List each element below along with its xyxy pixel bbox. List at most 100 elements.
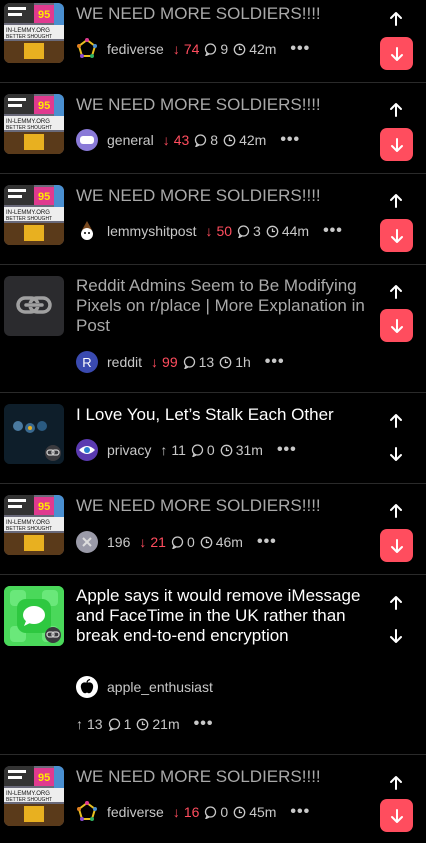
post-time: 45m xyxy=(249,804,277,820)
comment-count: 8 xyxy=(210,132,219,148)
upvote-button[interactable] xyxy=(384,189,408,213)
post-title[interactable]: Reddit Admins Seem to Be Modifying Pixel… xyxy=(76,276,370,336)
downvote-button[interactable] xyxy=(384,624,408,648)
comment-icon xyxy=(237,224,250,238)
community-name[interactable]: reddit xyxy=(107,354,142,370)
community-name[interactable]: general xyxy=(107,132,154,148)
clock-icon xyxy=(233,806,246,819)
comment-count: 9 xyxy=(220,41,229,57)
lemmyshitpost-icon[interactable] xyxy=(76,220,98,242)
downvote-button[interactable] xyxy=(380,219,413,252)
post-title[interactable]: WE NEED MORE SOLDIERS!!!! xyxy=(76,4,370,24)
post-thumbnail[interactable] xyxy=(4,404,64,464)
reddit-icon[interactable]: R xyxy=(76,351,98,373)
post-item[interactable]: 95 IN-LEMMY.ORG BETTER SHOUGHT WE NEED M… xyxy=(0,174,426,265)
clock-icon xyxy=(233,43,246,56)
post-thumbnail[interactable]: 95 IN-LEMMY.ORG BETTER SHOUGHT xyxy=(4,495,64,555)
community-name[interactable]: privacy xyxy=(107,442,151,458)
more-options-icon[interactable]: ••• xyxy=(280,131,300,149)
comment-count: 0 xyxy=(220,804,229,820)
clock-icon xyxy=(200,536,213,549)
clock-icon xyxy=(223,134,236,147)
post-meta: lemmyshitpost ↓ 50 3 44m ••• xyxy=(76,220,343,242)
post-title[interactable]: WE NEED MORE SOLDIERS!!!! xyxy=(76,95,370,115)
post-thumbnail[interactable]: 95 IN-LEMMY.ORG BETTER SHOUGHT xyxy=(4,94,64,154)
clock-icon xyxy=(136,718,149,731)
more-options-icon[interactable]: ••• xyxy=(290,803,310,821)
post-thumbnail[interactable] xyxy=(4,586,64,646)
svg-text:95: 95 xyxy=(38,100,50,112)
post-thumbnail[interactable]: 95 IN-LEMMY.ORG BETTER SHOUGHT xyxy=(4,3,64,63)
upvote-button[interactable] xyxy=(384,98,408,122)
upvote-button[interactable] xyxy=(384,7,408,31)
svg-text:BETTER SHOUGHT: BETTER SHOUGHT xyxy=(6,216,52,222)
post-item[interactable]: 95 IN-LEMMY.ORG BETTER SHOUGHT WE NEED M… xyxy=(0,0,426,83)
apple-icon[interactable] xyxy=(76,676,98,698)
post-title[interactable]: I Love You, Let’s Stalk Each Other xyxy=(76,405,370,425)
post-score: 11 xyxy=(171,442,186,458)
fediverse-icon[interactable] xyxy=(76,38,98,60)
link-icon xyxy=(16,296,52,314)
post-item[interactable]: I Love You, Let’s Stalk Each Other priva… xyxy=(0,393,426,484)
community-name[interactable]: lemmyshitpost xyxy=(107,223,196,239)
svg-text:95: 95 xyxy=(38,9,50,21)
post-item[interactable]: 95 IN-LEMMY.ORG BETTER SHOUGHT WE NEED M… xyxy=(0,755,426,843)
upvote-button[interactable] xyxy=(384,409,408,433)
196-icon[interactable] xyxy=(76,531,98,553)
more-options-icon[interactable]: ••• xyxy=(290,40,310,58)
post-meta: privacy ↑ 11 0 31m ••• xyxy=(76,439,297,461)
upvote-button[interactable] xyxy=(384,771,408,795)
community-name[interactable]: fediverse xyxy=(107,41,164,57)
eye-icon[interactable] xyxy=(76,439,98,461)
more-options-icon[interactable]: ••• xyxy=(265,353,285,371)
downvote-button[interactable] xyxy=(380,128,413,161)
upvote-button[interactable] xyxy=(384,499,408,523)
post-item[interactable]: Apple says it would remove iMessage and … xyxy=(0,575,426,755)
more-options-icon[interactable]: ••• xyxy=(323,222,343,240)
post-title[interactable]: WE NEED MORE SOLDIERS!!!! xyxy=(76,496,370,516)
post-score: 13 xyxy=(87,716,103,732)
comment-icon xyxy=(191,443,204,457)
downvote-indicator-icon: ↓ xyxy=(139,534,147,550)
post-meta: 196 ↓ 21 0 46m ••• xyxy=(76,531,277,553)
svg-text:BETTER SHOUGHT: BETTER SHOUGHT xyxy=(6,797,52,803)
downvote-button[interactable] xyxy=(380,37,413,70)
svg-text:BETTER SHOUGHT: BETTER SHOUGHT xyxy=(6,526,52,532)
post-meta: fediverse ↓ 16 0 45m ••• xyxy=(76,801,310,823)
post-item[interactable]: 95 IN-LEMMY.ORG BETTER SHOUGHT WE NEED M… xyxy=(0,83,426,174)
fediverse-icon[interactable] xyxy=(76,801,98,823)
post-time: 44m xyxy=(281,223,310,239)
post-item[interactable]: Reddit Admins Seem to Be Modifying Pixel… xyxy=(0,265,426,393)
more-options-icon[interactable]: ••• xyxy=(277,441,297,459)
post-item[interactable]: 95 IN-LEMMY.ORG BETTER SHOUGHT WE NEED M… xyxy=(0,484,426,575)
upvote-button[interactable] xyxy=(384,591,408,615)
post-thumbnail[interactable]: 95 IN-LEMMY.ORG BETTER SHOUGHT xyxy=(4,185,64,245)
post-meta: ↑ 13 1 21m ••• xyxy=(76,713,213,735)
post-score: 74 xyxy=(183,41,200,57)
upvote-button[interactable] xyxy=(384,280,408,304)
downvote-button[interactable] xyxy=(380,529,413,562)
post-time: 42m xyxy=(249,41,277,57)
downvote-indicator-icon: ↓ xyxy=(205,223,213,239)
upvote-indicator-icon: ↑ xyxy=(160,442,168,458)
more-options-icon[interactable]: ••• xyxy=(257,533,277,551)
post-thumbnail[interactable]: 95 IN-LEMMY.ORG BETTER SHOUGHT xyxy=(4,766,64,826)
downvote-indicator-icon: ↓ xyxy=(172,41,180,57)
post-title[interactable]: WE NEED MORE SOLDIERS!!!! xyxy=(76,186,370,206)
post-title[interactable]: Apple says it would remove iMessage and … xyxy=(76,586,370,646)
svg-text:95: 95 xyxy=(38,191,50,203)
svg-text:95: 95 xyxy=(38,772,50,784)
comment-count: 0 xyxy=(186,534,195,550)
more-options-icon[interactable]: ••• xyxy=(194,715,214,733)
general-icon[interactable] xyxy=(76,129,98,151)
downvote-button[interactable] xyxy=(380,309,413,342)
community-name[interactable]: apple_enthusiast xyxy=(107,679,213,695)
post-title[interactable]: WE NEED MORE SOLDIERS!!!! xyxy=(76,767,370,787)
community-name[interactable]: 196 xyxy=(107,534,130,550)
downvote-button[interactable] xyxy=(384,442,408,466)
link-thumbnail[interactable] xyxy=(4,276,64,336)
community-name[interactable]: fediverse xyxy=(107,804,164,820)
downvote-button[interactable] xyxy=(380,799,413,832)
post-time: 31m xyxy=(235,442,263,458)
downvote-indicator-icon: ↓ xyxy=(151,354,159,370)
